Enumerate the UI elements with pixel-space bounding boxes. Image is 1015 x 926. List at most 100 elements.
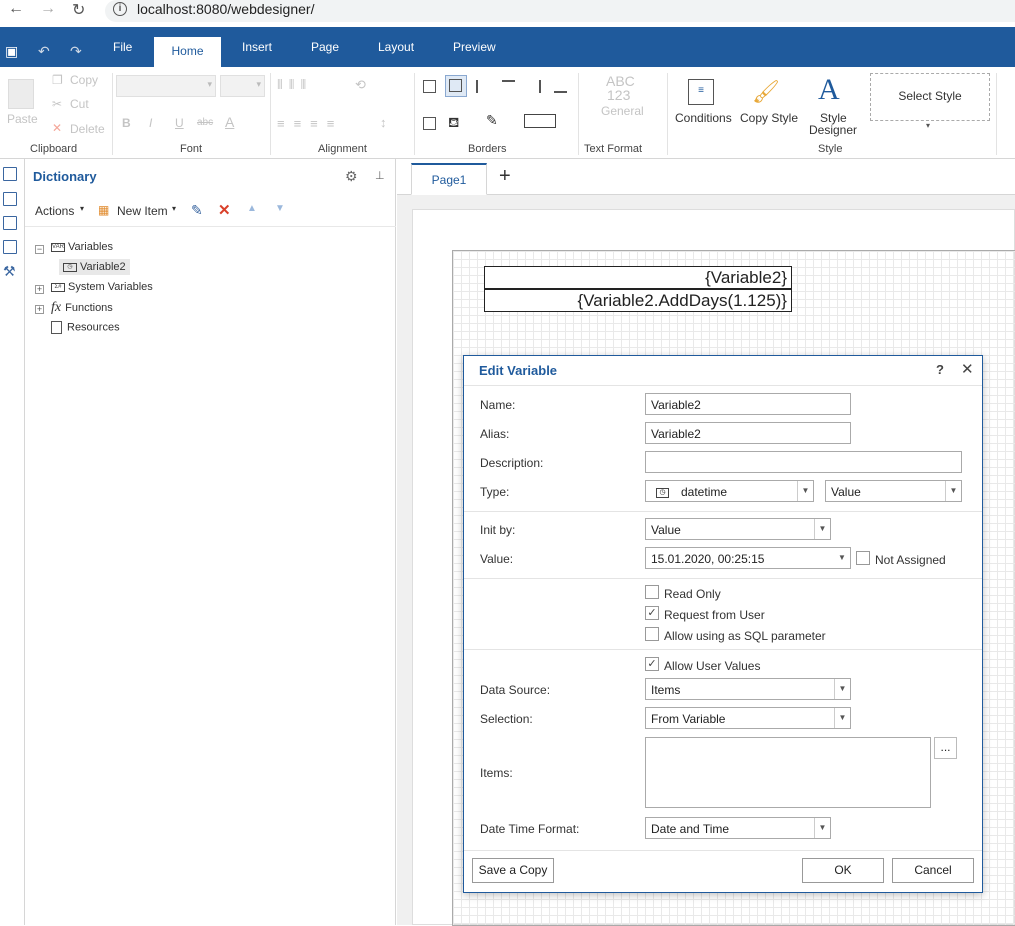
- border-outside-button[interactable]: [445, 75, 467, 97]
- delete-icon[interactable]: ✕: [218, 201, 231, 219]
- alias-field[interactable]: Variable2: [645, 422, 851, 444]
- type-dropdown[interactable]: ◷ datetime ▼: [645, 480, 814, 502]
- tree-item-functions[interactable]: fx Functions: [51, 300, 113, 316]
- delete-button[interactable]: Delete: [70, 122, 105, 136]
- forward-icon[interactable]: →: [40, 0, 56, 18]
- font-size-dropdown[interactable]: [220, 75, 265, 97]
- vertical-align-icons[interactable]: ⦀⦀⦀: [277, 77, 312, 93]
- move-up-icon[interactable]: ▲: [247, 203, 257, 214]
- text-component-1[interactable]: {Variable2}: [484, 266, 792, 289]
- chevron-down-icon[interactable]: ▼: [834, 679, 850, 699]
- close-icon[interactable]: ✕: [961, 360, 974, 378]
- rotate-text-icon[interactable]: ⟲: [355, 77, 366, 93]
- line-spacing-icon[interactable]: ↕: [380, 115, 387, 130]
- value-field[interactable]: 15.01.2020, 00:25:15 ▼: [645, 547, 851, 569]
- copy-button[interactable]: Copy: [70, 73, 98, 87]
- font-color-button[interactable]: A: [225, 114, 234, 130]
- chevron-down-icon[interactable]: ▼: [814, 818, 830, 838]
- tab-preview[interactable]: Preview: [453, 40, 496, 54]
- items-textarea[interactable]: [645, 737, 931, 808]
- tab-insert[interactable]: Insert: [242, 40, 272, 54]
- chevron-down-icon[interactable]: ▼: [834, 548, 850, 568]
- collapse-icon[interactable]: −: [35, 245, 44, 254]
- underline-button[interactable]: U: [175, 116, 184, 130]
- help-icon[interactable]: ?: [936, 362, 944, 377]
- select-style-chevron-icon[interactable]: ▾: [926, 121, 930, 130]
- allow-user-values-checkbox[interactable]: ✓: [645, 657, 659, 671]
- actions-button[interactable]: Actions: [35, 204, 74, 218]
- tree-item-variable2[interactable]: ◷ Variable2: [59, 259, 130, 275]
- border-top-icon[interactable]: [502, 80, 515, 93]
- bold-button[interactable]: B: [122, 116, 131, 130]
- fill-color-icon[interactable]: ⛾: [448, 114, 459, 133]
- tree-item-variables[interactable]: VAR Variables: [51, 241, 113, 253]
- style-designer-button-2[interactable]: Designer: [809, 124, 857, 136]
- report-tree-icon[interactable]: [3, 167, 17, 181]
- info-icon[interactable]: i: [113, 2, 127, 16]
- report-icon[interactable]: [3, 240, 17, 254]
- pin-icon[interactable]: ⊥: [375, 169, 385, 182]
- move-down-icon[interactable]: ▼: [275, 203, 285, 214]
- horizontal-align-icons[interactable]: ≡≡≡≡: [277, 116, 343, 131]
- datetime-format-dropdown[interactable]: Date and Time ▼: [645, 817, 831, 839]
- add-page-icon[interactable]: +: [499, 165, 511, 188]
- save-icon[interactable]: ▣: [5, 43, 18, 60]
- edit-icon[interactable]: ✎: [191, 202, 203, 219]
- new-item-chevron-icon[interactable]: ▾: [172, 204, 176, 213]
- dictionary-icon[interactable]: [3, 216, 17, 230]
- tab-page1[interactable]: Page1: [411, 163, 487, 195]
- italic-button[interactable]: I: [149, 116, 152, 130]
- properties-icon[interactable]: [3, 192, 17, 206]
- select-style-box[interactable]: Select Style: [870, 73, 990, 121]
- copy-style-button[interactable]: Copy Style: [740, 112, 798, 124]
- description-field[interactable]: [645, 451, 962, 473]
- tree-item-resources[interactable]: Resources: [51, 321, 120, 334]
- chevron-down-icon[interactable]: ▼: [945, 481, 961, 501]
- reload-icon[interactable]: ↻: [72, 0, 85, 20]
- cut-button[interactable]: Cut: [70, 97, 89, 111]
- gear-icon[interactable]: ⚙: [345, 168, 358, 185]
- tree-item-system-variables[interactable]: Σ# System Variables: [51, 281, 153, 293]
- border-color-icon[interactable]: ✎: [486, 112, 498, 129]
- undo-icon[interactable]: ↶: [38, 43, 50, 60]
- cancel-button[interactable]: Cancel: [892, 858, 974, 883]
- conditions-button[interactable]: Conditions: [675, 112, 732, 124]
- redo-icon[interactable]: ↷: [70, 43, 82, 60]
- strikethrough-button[interactable]: abc: [197, 117, 213, 128]
- border-all-icon[interactable]: [423, 80, 436, 93]
- name-field[interactable]: Variable2: [645, 393, 851, 415]
- actions-chevron-icon[interactable]: ▾: [80, 204, 84, 213]
- ok-button[interactable]: OK: [802, 858, 884, 883]
- save-a-copy-button[interactable]: Save a Copy: [472, 858, 554, 883]
- text-format-button[interactable]: General: [601, 104, 644, 118]
- address-bar[interactable]: i localhost:8080/webdesigner/: [105, 0, 1015, 22]
- not-assigned-checkbox[interactable]: [856, 551, 870, 565]
- tab-page[interactable]: Page: [311, 40, 339, 54]
- border-bottom-icon[interactable]: [554, 80, 567, 93]
- text-component-2[interactable]: {Variable2.AddDays(1.125)}: [484, 289, 792, 312]
- chevron-down-icon[interactable]: ▼: [797, 481, 813, 501]
- tab-layout[interactable]: Layout: [378, 40, 414, 54]
- paste-button[interactable]: Paste: [7, 112, 38, 126]
- tools-icon[interactable]: ⚒: [3, 263, 16, 280]
- expand-icon[interactable]: +: [35, 285, 44, 294]
- allow-sql-checkbox[interactable]: [645, 627, 659, 641]
- items-browse-button[interactable]: ...: [934, 737, 957, 759]
- tab-home[interactable]: Home: [154, 37, 221, 67]
- selection-dropdown[interactable]: From Variable ▼: [645, 707, 851, 729]
- init-by-dropdown[interactable]: Value ▼: [645, 518, 831, 540]
- back-icon[interactable]: ←: [8, 0, 24, 18]
- data-source-dropdown[interactable]: Items ▼: [645, 678, 851, 700]
- font-name-dropdown[interactable]: [116, 75, 216, 97]
- request-from-user-checkbox[interactable]: ✓: [645, 606, 659, 620]
- border-none-icon[interactable]: [423, 117, 436, 130]
- chevron-down-icon[interactable]: ▼: [814, 519, 830, 539]
- border-style-icon[interactable]: [524, 114, 556, 128]
- read-only-checkbox[interactable]: [645, 585, 659, 599]
- expand-icon[interactable]: +: [35, 305, 44, 314]
- type-kind-dropdown[interactable]: Value ▼: [825, 480, 962, 502]
- border-left-icon[interactable]: [476, 80, 489, 93]
- new-item-button[interactable]: New Item: [117, 204, 168, 218]
- border-right-icon[interactable]: [528, 80, 541, 93]
- tab-file[interactable]: File: [113, 40, 132, 54]
